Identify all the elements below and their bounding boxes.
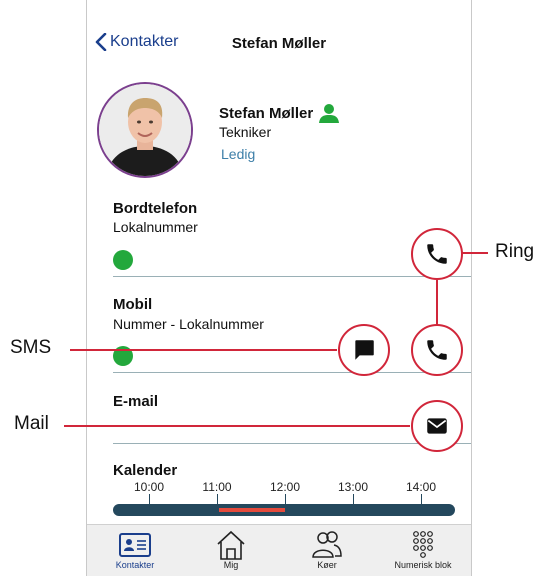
calendar-tick-label: 14:00 [405,480,437,494]
tab-bar: Kontakter Mig Køer Numerisk blok [87,524,471,576]
desk-phone-label: Bordtelefon [113,200,198,217]
contact-card-icon [119,533,151,557]
sms-button[interactable] [338,324,390,376]
calendar-tick [421,494,422,504]
sms-callout-line [70,349,337,351]
desk-phone-number: Lokalnummer [113,219,198,235]
calendar-tick-label: 12:00 [269,480,301,494]
calendar-tick [149,494,150,504]
ring-connector-line [436,280,438,326]
person-available-icon [319,104,340,123]
envelope-icon [427,418,447,434]
calendar-tick-label: 11:00 [202,480,232,494]
mail-button[interactable] [411,400,463,452]
keypad-icon [413,531,433,558]
avatar [97,82,193,178]
tab-label: Kontakter [115,560,155,570]
ring-callout-label: Ring [495,241,535,262]
calendar-label: Kalender [113,462,178,479]
tab-label: Køer [317,560,337,570]
calendar-tick-label: 10:00 [133,480,165,494]
tab-label: Numerisk blok [394,560,452,570]
calendar-busy-block [219,508,285,512]
divider [113,276,471,277]
divider [113,372,471,373]
person-photo-icon [99,84,191,176]
calendar-tick [217,494,218,504]
house-icon [217,530,245,560]
calendar-timeline[interactable] [113,504,455,516]
desk-phone-status-dot [113,250,133,270]
phone-icon [427,340,447,360]
tab-label: Mig [223,560,239,570]
contact-name: Stefan Møller [219,103,340,123]
mail-callout-line [64,425,410,427]
contact-job-title: Tekniker [219,124,272,140]
mobile-label: Mobil [113,296,153,313]
phone-icon [427,244,447,264]
calendar-tick-label: 13:00 [337,480,369,494]
chat-bubble-icon [355,340,374,360]
page-title: Stefan Møller [231,35,327,52]
email-label: E-mail [113,393,159,410]
ring-callout-line [462,252,488,254]
mail-callout-label: Mail [14,413,49,434]
call-desk-phone-button[interactable] [411,228,463,280]
tab-kontakter[interactable]: Kontakter [87,525,183,576]
people-icon [312,531,342,558]
calendar-tick [353,494,354,504]
tab-koer[interactable]: Køer [279,525,375,576]
phone-screen: Kontakter Stefan Møller Stefan Møller Te… [86,0,472,576]
tab-numerisk-blok[interactable]: Numerisk blok [375,525,471,576]
mobile-number: Nummer - Lokalnummer [113,316,264,332]
tab-mig[interactable]: Mig [183,525,279,576]
contact-status: Ledig [221,146,256,162]
calendar-tick [285,494,286,504]
call-mobile-button[interactable] [411,324,463,376]
sms-callout-label: SMS [10,337,52,358]
